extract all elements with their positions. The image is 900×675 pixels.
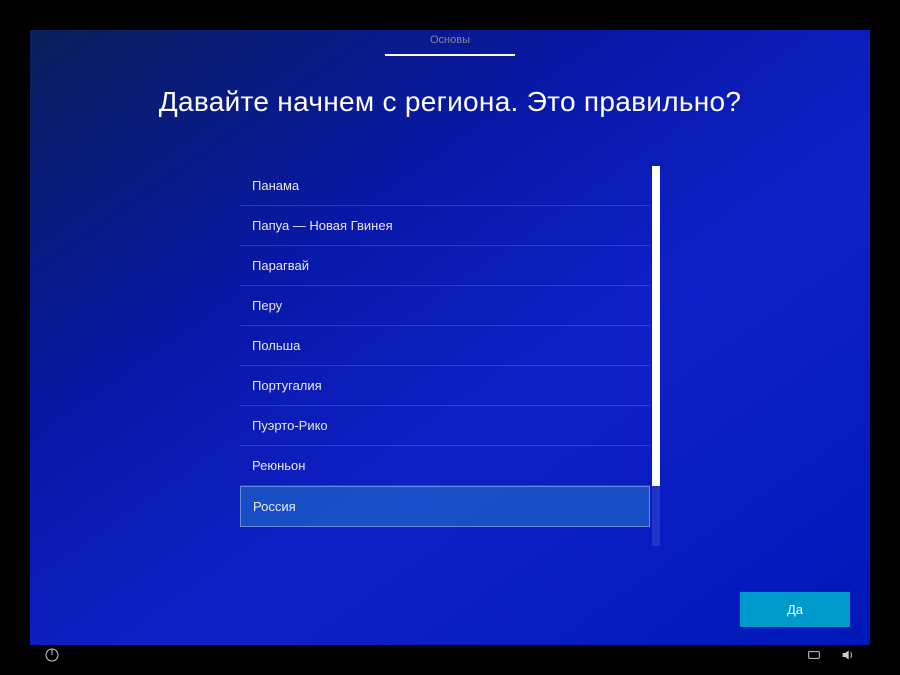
region-item[interactable]: Папуа — Новая Гвинея [240, 206, 650, 246]
region-item[interactable]: Парагвай [240, 246, 650, 286]
oobe-screen: Основы Давайте начнем с региона. Это пра… [30, 30, 870, 645]
region-item[interactable]: Пуэрто-Рико [240, 406, 650, 446]
taskbar-left [44, 647, 60, 663]
region-item[interactable]: Реюньон [240, 446, 650, 486]
region-item-selected[interactable]: Россия [240, 486, 650, 527]
page-title: Давайте начнем с региона. Это правильно? [159, 86, 742, 118]
scrollbar-thumb[interactable] [652, 166, 660, 486]
region-item[interactable]: Португалия [240, 366, 650, 406]
progress-tabs: Основы [30, 30, 870, 54]
region-item[interactable]: Панама [240, 166, 650, 206]
region-item[interactable]: Перу [240, 286, 650, 326]
region-list[interactable]: Панама Папуа — Новая Гвинея Парагвай Пер… [240, 166, 650, 546]
power-icon[interactable] [44, 647, 60, 663]
taskbar [30, 641, 870, 669]
footer: Да [30, 580, 870, 645]
region-item[interactable]: Польша [240, 326, 650, 366]
tab-basics: Основы [402, 30, 498, 54]
volume-icon[interactable] [840, 647, 856, 663]
content-area: Давайте начнем с региона. Это правильно?… [30, 56, 870, 580]
taskbar-right [806, 647, 856, 663]
yes-button[interactable]: Да [740, 592, 850, 627]
accessibility-icon[interactable] [806, 647, 822, 663]
region-list-container: Панама Папуа — Новая Гвинея Парагвай Пер… [240, 166, 660, 546]
scrollbar[interactable] [652, 166, 660, 546]
